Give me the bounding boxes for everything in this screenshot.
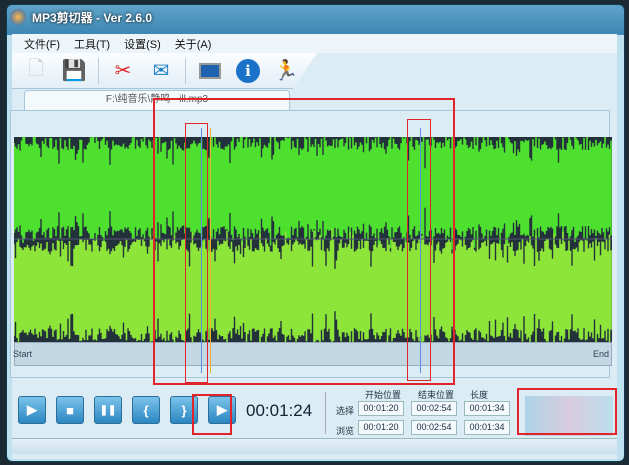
info-icon[interactable]: i [234,57,262,85]
window-icon[interactable] [196,57,224,85]
ruler-start: Start [13,349,33,359]
select-end-field[interactable]: 00:02:54 [411,401,457,416]
run-icon[interactable]: 🏃 [272,57,300,85]
play-button[interactable]: ▶ [18,396,46,424]
row-label-browse: 浏览 [336,426,355,436]
browse-length-field[interactable]: 00:01:34 [464,420,510,435]
header-start: 开始位置 [365,390,402,400]
app-icon [10,9,26,25]
menu-file[interactable]: 文件(F) [24,36,60,52]
select-start-field[interactable]: 00:01:20 [358,401,404,416]
menu-tools[interactable]: 工具(T) [74,36,110,52]
playback-controls: ▶ ■ ❚❚ { } ▶ [18,396,236,424]
email-icon[interactable]: ✉ [147,57,175,85]
select-length-field[interactable]: 00:01:34 [464,401,510,416]
stop-button[interactable]: ■ [56,396,84,424]
selection-start-marker[interactable] [201,128,202,373]
status-bar [12,438,617,454]
file-tab[interactable]: F:\纯音乐\静鸣 - ill.mp3 [24,90,290,110]
timeline-ruler[interactable]: Start End [13,342,612,366]
mark-end-button[interactable]: } [170,396,198,424]
waveform[interactable] [14,137,612,342]
play-selection-button[interactable]: ▶ [208,396,236,424]
ruler-end: End [592,349,609,359]
pause-button[interactable]: ❚❚ [94,396,122,424]
browse-end-field[interactable]: 00:02:54 [411,420,457,435]
title-bar: MP3剪切器 - Ver 2.6.0 [10,7,152,27]
new-file-icon[interactable]: 🗋 [22,57,50,85]
divider [185,57,186,84]
toolbar: 🗋 💾 ✂ ✉ i 🏃 [12,53,317,89]
menu-about[interactable]: 关于(A) [175,36,212,52]
selection-end-marker[interactable] [420,128,421,373]
blurred-region [525,396,613,436]
header-end: 结束位置 [418,390,455,400]
window-title: MP3剪切器 - Ver 2.6.0 [32,10,153,25]
current-time: 00:01:24 [246,401,313,420]
cut-scissors-icon[interactable]: ✂ [109,57,137,85]
menu-settings[interactable]: 设置(S) [124,36,161,52]
header-length: 长度 [470,390,489,400]
mark-start-button[interactable]: { [132,396,160,424]
menu-bar: 文件(F) 工具(T) 设置(S) 关于(A) [12,34,617,53]
save-icon[interactable]: 💾 [60,57,88,85]
browse-start-field[interactable]: 00:01:20 [358,420,404,435]
divider [325,392,326,434]
channel-left-wave [14,137,612,250]
channel-right-wave [14,228,612,342]
divider [98,57,99,84]
row-label-select: 选择 [336,406,355,416]
playhead-marker[interactable] [210,128,211,373]
